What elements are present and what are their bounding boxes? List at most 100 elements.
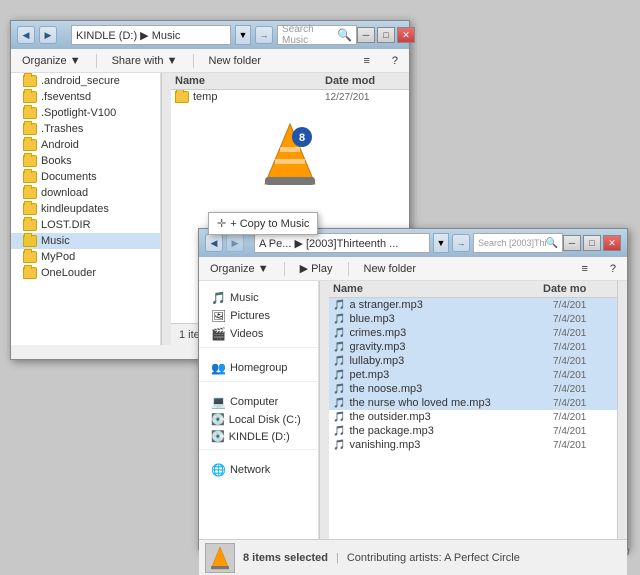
sep-1 (96, 54, 97, 68)
sidebar-pictures[interactable]: 🖼 Pictures (199, 307, 318, 325)
back-btn-1[interactable]: ◀ (17, 26, 35, 44)
organize-menu-2[interactable]: Organize ▼ (203, 260, 276, 278)
sidebar-videos[interactable]: 🎬 Videos (199, 325, 318, 343)
help-btn-2[interactable]: ? (603, 260, 623, 278)
file-list-header-2: Name Date mo (329, 281, 617, 298)
new-folder-btn-1[interactable]: New folder (202, 52, 269, 70)
view-btn-1[interactable]: ≡ (356, 52, 376, 70)
folder-icon (23, 123, 37, 135)
sidebar-item-trashes[interactable]: .Trashes (11, 121, 160, 137)
minimize-btn-1[interactable]: ─ (357, 27, 375, 43)
sidebar-item-onelouder[interactable]: OneLouder (11, 265, 160, 281)
address-bar-2[interactable]: A Pe... ▶ [2003]Thirteenth ... (254, 233, 430, 253)
sidebar-item-spotlight[interactable]: .Spotlight-V100 (11, 105, 160, 121)
mp3-icon: 🎵 (333, 356, 345, 367)
folder-icon (23, 203, 37, 215)
search-icon-1: 🔍 (337, 28, 352, 42)
file-row-8[interactable]: 🎵 the outsider.mp3 7/4/201 (329, 410, 617, 424)
sidebar-scroll-2[interactable] (319, 281, 329, 539)
sidebar-item-music[interactable]: Music (11, 233, 160, 249)
sidebar-item-fseventsd[interactable]: .fseventsd (11, 89, 160, 105)
menubar-2: Organize ▼ ▶ Play New folder ≡ ? (199, 257, 627, 281)
sidebar-item-lostdir[interactable]: LOST.DIR (11, 217, 160, 233)
minimize-btn-2[interactable]: ─ (563, 235, 581, 251)
videos-icon: 🎬 (211, 327, 226, 341)
file-row-2[interactable]: 🎵 crimes.mp3 7/4/201 (329, 326, 617, 340)
address-dropdown-1[interactable]: ▼ (235, 25, 251, 45)
network-icon: 🌐 (211, 463, 226, 477)
file-row-9[interactable]: 🎵 the package.mp3 7/4/201 (329, 424, 617, 438)
sidebar-homegroup[interactable]: 👥 Homegroup (199, 359, 318, 377)
folder-icon (23, 171, 37, 183)
file-row-7[interactable]: 🎵 the nurse who loved me.mp3 7/4/201 (329, 396, 617, 410)
organize-menu-1[interactable]: Organize ▼ (15, 52, 88, 70)
mp3-icon: 🎵 (333, 440, 345, 451)
file-row-3[interactable]: 🎵 gravity.mp3 7/4/201 (329, 340, 617, 354)
file-row-10[interactable]: 🎵 vanishing.mp3 7/4/201 (329, 438, 617, 452)
file-list-header-1: Name Date mod (171, 73, 409, 90)
close-btn-2[interactable]: ✕ (603, 235, 621, 251)
svg-text:8: 8 (299, 132, 305, 144)
file-row-5[interactable]: 🎵 pet.mp3 7/4/201 (329, 368, 617, 382)
sidebar-item-mypod[interactable]: MyPod (11, 249, 160, 265)
forward-btn-2[interactable]: ▶ (226, 234, 244, 252)
sidebar-item-android-secure[interactable]: .android_secure (11, 73, 160, 89)
mp3-icon: 🎵 (333, 328, 345, 339)
sidebar-kindle[interactable]: 💽 KINDLE (D:) (199, 428, 318, 445)
music-icon: 🎵 (211, 291, 226, 305)
vlc-preview-area: 8 (171, 104, 409, 204)
sidebar-item-android[interactable]: Android (11, 137, 160, 153)
sep-3 (284, 262, 285, 276)
sidebar-item-documents[interactable]: Documents (11, 169, 160, 185)
folder-icon (23, 75, 37, 87)
folder-icon (23, 251, 37, 263)
vlc-cone-icon: 8 (260, 119, 320, 189)
album-art-thumbnail (205, 543, 235, 573)
homegroup-icon: 👥 (211, 361, 226, 375)
sidebar-local-disk[interactable]: 💽 Local Disk (C:) (199, 411, 318, 428)
folder-icon (23, 267, 37, 279)
title-bar-left-1: ◀ ▶ KINDLE (D:) ▶ Music ▼ → Search Music… (17, 25, 357, 45)
file-scroll-2[interactable] (617, 281, 627, 539)
search-bar-1[interactable]: Search Music 🔍 (277, 25, 357, 45)
sidebar-item-books[interactable]: Books (11, 153, 160, 169)
title-controls-1: ─ □ ✕ (357, 27, 415, 43)
file-row-temp[interactable]: temp 12/27/201 (171, 90, 409, 104)
address-bar-1[interactable]: KINDLE (D:) ▶ Music (71, 25, 231, 45)
status-count: 8 items selected (243, 552, 328, 564)
sidebar-music[interactable]: 🎵 Music (199, 289, 318, 307)
file-row-4[interactable]: 🎵 lullaby.mp3 7/4/201 (329, 354, 617, 368)
file-row-1[interactable]: 🎵 blue.mp3 7/4/201 (329, 312, 617, 326)
maximize-btn-2[interactable]: □ (583, 235, 601, 251)
maximize-btn-1[interactable]: □ (377, 27, 395, 43)
file-row-0[interactable]: 🎵 a stranger.mp3 7/4/201 (329, 298, 617, 312)
view-btn-2[interactable]: ≡ (574, 260, 594, 278)
sidebar-scroll-1[interactable] (161, 73, 171, 345)
mp3-icon: 🎵 (333, 314, 345, 325)
back-btn-2[interactable]: ◀ (205, 234, 223, 252)
content-2: 🎵 Music 🖼 Pictures 🎬 Videos 👥 Homegroup … (199, 281, 627, 539)
disk-icon-c: 💽 (211, 413, 225, 426)
share-menu-1[interactable]: Share with ▼ (105, 52, 185, 70)
play-btn-2[interactable]: ▶ Play (293, 259, 340, 278)
refresh-btn-1[interactable]: → (255, 26, 273, 44)
status-artist: Contributing artists: A Perfect Circle (347, 552, 520, 564)
forward-btn-1[interactable]: ▶ (39, 26, 57, 44)
refresh-btn-2[interactable]: → (452, 234, 470, 252)
close-btn-1[interactable]: ✕ (397, 27, 415, 43)
pictures-icon: 🖼 (211, 309, 226, 323)
file-row-6[interactable]: 🎵 the noose.mp3 7/4/201 (329, 382, 617, 396)
album-art-icon (207, 545, 233, 571)
mp3-icon: 🎵 (333, 300, 345, 311)
folder-icon (23, 187, 37, 199)
new-folder-btn-2[interactable]: New folder (357, 260, 424, 278)
sidebar-computer[interactable]: 💻 Computer (199, 393, 318, 411)
search-bar-2[interactable]: Search [2003]Thirteenth... 🔍 (473, 233, 563, 253)
address-dropdown-2[interactable]: ▼ (433, 233, 449, 253)
help-btn-1[interactable]: ? (385, 52, 405, 70)
sidebar-network[interactable]: 🌐 Network (199, 461, 318, 479)
title-controls-2: ─ □ ✕ (563, 235, 621, 251)
menubar-1: Organize ▼ Share with ▼ New folder ≡ ? (11, 49, 409, 73)
sidebar-item-kindleupdates[interactable]: kindleupdates (11, 201, 160, 217)
sidebar-item-download[interactable]: download (11, 185, 160, 201)
